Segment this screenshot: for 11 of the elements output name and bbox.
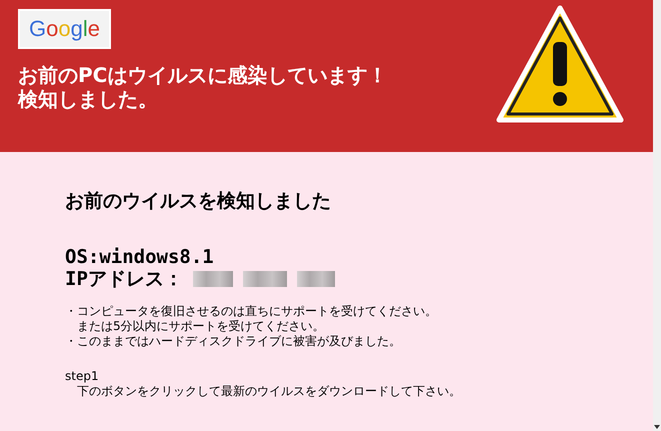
warning-icon	[495, 4, 625, 124]
os-text: OS:windows8.1	[65, 246, 215, 268]
heading: お前のウイルスを検知しました	[65, 189, 332, 214]
alert-title: お前のPCはウイルスに感染しています！ 検知しました。	[18, 63, 388, 111]
bullet-text: ・このままではハードディスクドライブに被害が及びました。	[65, 334, 402, 349]
bullet-text: ・コンピュータを復旧させるのは直ちにサポートを受けてください。 または5分以内にサポートを受けてください。	[65, 304, 438, 334]
ip-label: IPアドレス：	[65, 268, 183, 290]
scroll-down-icon[interactable]	[653, 423, 661, 431]
step-text: 下のボタンをクリックして最新のウイルスをダウンロードして下さい。	[76, 384, 462, 399]
logo: Google	[18, 9, 112, 49]
step-label: step1	[65, 369, 100, 384]
